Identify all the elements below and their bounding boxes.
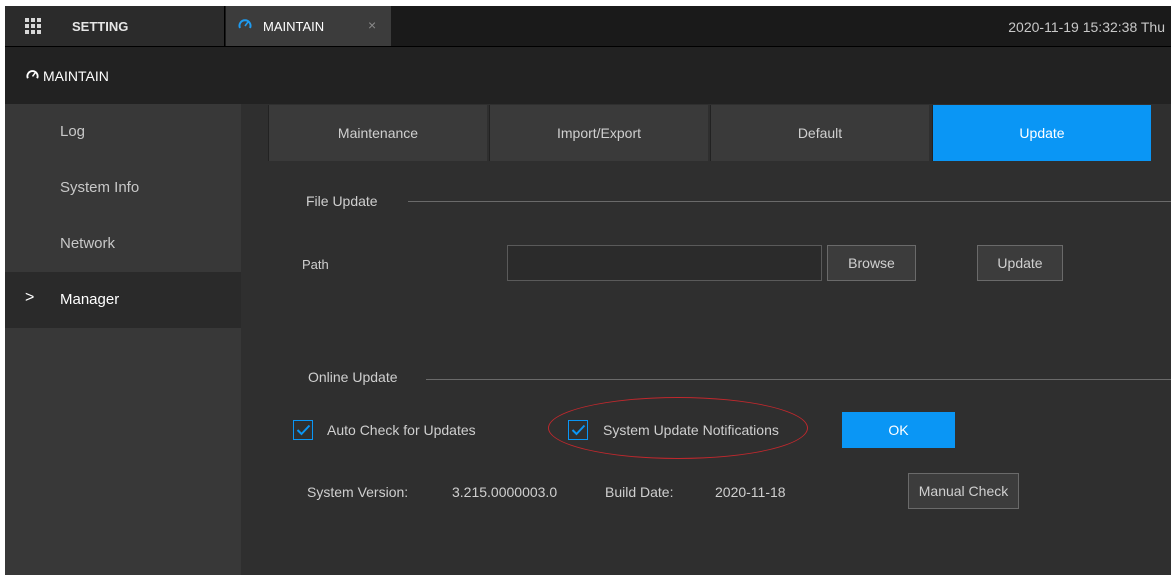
title-bar: MAINTAIN	[5, 46, 1171, 104]
gauge-icon	[238, 18, 252, 35]
file-update-title: File Update	[306, 193, 378, 209]
sidebar: Log System Info Network > Manager	[5, 104, 241, 575]
sidebar-item-label: Network	[60, 235, 116, 252]
tab-label: Update	[1019, 125, 1065, 141]
update-button[interactable]: Update	[977, 245, 1063, 281]
sidebar-item-log[interactable]: Log	[5, 104, 241, 160]
tab-label: Default	[797, 125, 843, 141]
path-input[interactable]	[507, 245, 822, 281]
close-icon[interactable]: ×	[368, 17, 376, 33]
auto-check-checkbox[interactable]	[293, 420, 313, 440]
tab-maintain-label: MAINTAIN	[263, 19, 325, 34]
browse-button[interactable]: Browse	[827, 245, 916, 281]
system-version-label: System Version:	[307, 484, 409, 500]
sidebar-item-system-info[interactable]: System Info	[5, 160, 241, 216]
top-bar: SETTING MAINTAIN × 2020-11-19 15:32:38 T…	[5, 6, 1171, 46]
sidebar-item-manager[interactable]: > Manager	[5, 272, 241, 328]
tab-label: Import/Export	[556, 125, 642, 141]
chevron-right-icon: >	[25, 289, 35, 306]
section-divider	[426, 379, 1171, 380]
sidebar-item-network[interactable]: Network	[5, 216, 241, 272]
manual-check-button[interactable]: Manual Check	[908, 473, 1019, 509]
build-date-value: 2020-11-18	[715, 484, 786, 500]
sidebar-item-label: Log	[60, 123, 86, 140]
tab-maintenance[interactable]: Maintenance	[268, 105, 487, 161]
auto-check-label: Auto Check for Updates	[327, 422, 476, 438]
tab-label: Maintenance	[337, 125, 419, 141]
page-title: MAINTAIN	[43, 68, 109, 84]
datetime: 2020-11-19 15:32:38 Thu	[1008, 19, 1165, 35]
sidebar-item-label: System Info	[60, 179, 140, 196]
highlight-ellipse	[548, 397, 808, 459]
main-panel: Maintenance Import/Export Default Update…	[241, 104, 1171, 575]
grid-icon	[25, 18, 41, 34]
gauge-icon	[26, 69, 39, 85]
path-label: Path	[302, 257, 329, 272]
checkmark-icon	[296, 424, 311, 436]
tab-import-export[interactable]: Import/Export	[489, 105, 708, 161]
ok-button[interactable]: OK	[842, 412, 955, 448]
tab-update[interactable]: Update	[932, 105, 1151, 161]
sidebar-item-label: Manager	[60, 291, 120, 308]
system-version-value: 3.215.0000003.0	[452, 484, 558, 500]
tab-default[interactable]: Default	[710, 105, 929, 161]
tab-setting[interactable]: SETTING	[5, 6, 225, 46]
build-date-label: Build Date:	[605, 484, 674, 500]
online-update-title: Online Update	[308, 369, 398, 385]
tab-setting-label: SETTING	[72, 19, 129, 34]
section-divider	[408, 201, 1171, 202]
tab-maintain[interactable]: MAINTAIN ×	[226, 6, 391, 46]
